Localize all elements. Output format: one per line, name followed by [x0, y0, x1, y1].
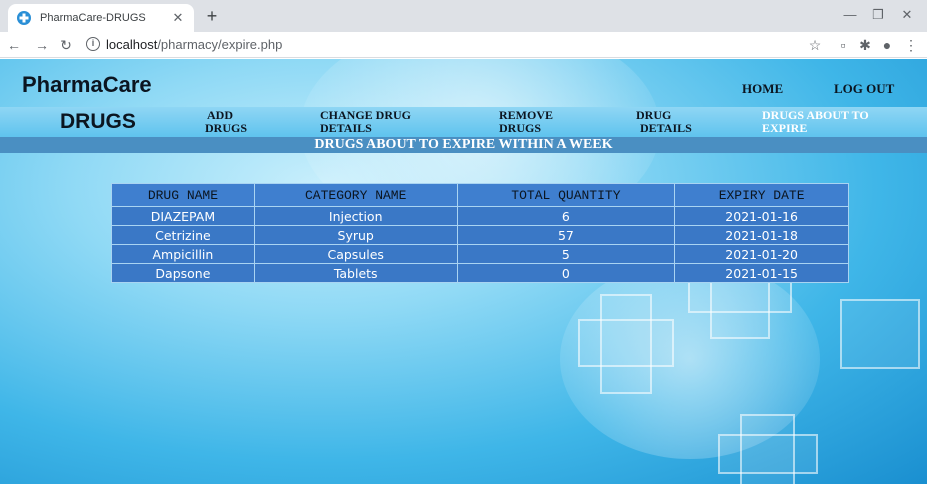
extensions-icon[interactable]: ✱	[856, 36, 874, 54]
page-content: PharmaCare HOME LOG OUT DRUGS ADD DRUGS …	[0, 59, 927, 484]
cell-drug-name: DIAZEPAM	[111, 206, 255, 226]
medical-cross-decoration	[840, 299, 920, 369]
brand-logo[interactable]: PharmaCare	[22, 72, 152, 98]
site-info-icon[interactable]: i	[86, 37, 100, 51]
menu-dots-icon[interactable]: ⋮	[902, 36, 920, 54]
nav-change-drug-details[interactable]: CHANGE DRUG DETAILS	[320, 109, 411, 135]
cell-drug-name: Ampicillin	[111, 244, 255, 264]
nav-change-drug-details-line2: DETAILS	[320, 121, 372, 135]
browser-tabstrip: PharmaCare-DRUGS ✕ + — ❐ ✕	[0, 0, 927, 32]
reload-icon[interactable]: ↻	[58, 36, 74, 54]
column-header-category-name: CATEGORY NAME	[253, 183, 458, 207]
nav-drugs-about-to-expire[interactable]: DRUGS ABOUT TO EXPIRE	[762, 109, 869, 135]
cell-quantity: 57	[456, 225, 676, 245]
nav-drug-details[interactable]: DRUG DETAILS	[636, 109, 692, 135]
expiry-banner: DRUGS ABOUT TO EXPIRE WITHIN A WEEK	[0, 137, 927, 153]
cell-quantity: 0	[456, 263, 676, 283]
nav-add-drugs[interactable]: ADD DRUGS	[205, 109, 247, 135]
cell-expiry-date: 2021-01-15	[674, 263, 849, 283]
home-link[interactable]: HOME	[742, 81, 783, 97]
forward-arrow-icon[interactable]: →	[34, 36, 50, 54]
table-row: Ampicillin Capsules 5 2021-01-20	[111, 244, 849, 264]
column-header-expiry-date: EXPIRY DATE	[674, 183, 849, 207]
cell-category: Capsules	[253, 244, 458, 264]
drug-navbar: DRUGS ADD DRUGS CHANGE DRUG DETAILS REMO…	[0, 107, 927, 137]
url-path: /pharmacy/expire.php	[157, 37, 283, 52]
cell-expiry-date: 2021-01-20	[674, 244, 849, 264]
reading-mode-icon[interactable]: ▫	[834, 36, 852, 54]
back-arrow-icon[interactable]: ←	[6, 36, 22, 54]
bookmark-star-icon[interactable]: ☆	[806, 36, 824, 54]
tab-close-icon[interactable]: ✕	[170, 10, 186, 26]
minimize-icon[interactable]: —	[840, 7, 860, 22]
nav-add-drugs-line2: DRUGS	[205, 121, 248, 135]
nav-drugs-about-to-expire-line2: EXPIRE	[762, 121, 808, 135]
pharmacy-favicon-icon	[17, 11, 31, 25]
cell-quantity: 6	[456, 206, 676, 226]
restore-icon[interactable]: ❐	[868, 7, 888, 23]
cell-expiry-date: 2021-01-18	[674, 225, 849, 245]
address-bar[interactable]: localhost/pharmacy/expire.php	[106, 37, 282, 52]
cell-drug-name: Cetrizine	[111, 225, 255, 245]
column-header-drug-name: DRUG NAME	[111, 183, 255, 207]
table-header-row: DRUG NAME CATEGORY NAME TOTAL QUANTITY E…	[111, 183, 849, 207]
browser-toolbar: ← → ↻ i localhost/pharmacy/expire.php ☆ …	[0, 32, 927, 58]
nav-remove-drugs[interactable]: REMOVE DRUGS	[499, 109, 553, 135]
cell-expiry-date: 2021-01-16	[674, 206, 849, 226]
medical-cross-decoration	[718, 434, 818, 474]
medical-cross-decoration	[578, 319, 674, 367]
section-title: DRUGS	[60, 110, 136, 133]
table-row: DIAZEPAM Injection 6 2021-01-16	[111, 206, 849, 226]
expiry-table: DRUG NAME CATEGORY NAME TOTAL QUANTITY E…	[111, 183, 849, 283]
browser-tab[interactable]: PharmaCare-DRUGS ✕	[8, 4, 194, 32]
tab-title: PharmaCare-DRUGS	[40, 12, 146, 24]
column-header-total-quantity: TOTAL QUANTITY	[456, 183, 676, 207]
window-close-icon[interactable]: ✕	[897, 7, 917, 23]
nav-remove-drugs-line2: DRUGS	[499, 121, 542, 135]
cell-quantity: 5	[456, 244, 676, 264]
url-host: localhost	[106, 37, 158, 52]
new-tab-button[interactable]: +	[202, 6, 222, 26]
profile-icon[interactable]: ●	[878, 36, 896, 54]
cell-drug-name: Dapsone	[111, 263, 255, 283]
cell-category: Injection	[253, 206, 458, 226]
cell-category: Tablets	[253, 263, 458, 283]
banner-text: DRUGS ABOUT TO EXPIRE WITHIN A WEEK	[314, 137, 613, 152]
logout-link[interactable]: LOG OUT	[834, 81, 894, 97]
cell-category: Syrup	[253, 225, 458, 245]
table-row: Dapsone Tablets 0 2021-01-15	[111, 263, 849, 283]
table-row: Cetrizine Syrup 57 2021-01-18	[111, 225, 849, 245]
nav-drug-details-line2: DETAILS	[640, 121, 692, 135]
